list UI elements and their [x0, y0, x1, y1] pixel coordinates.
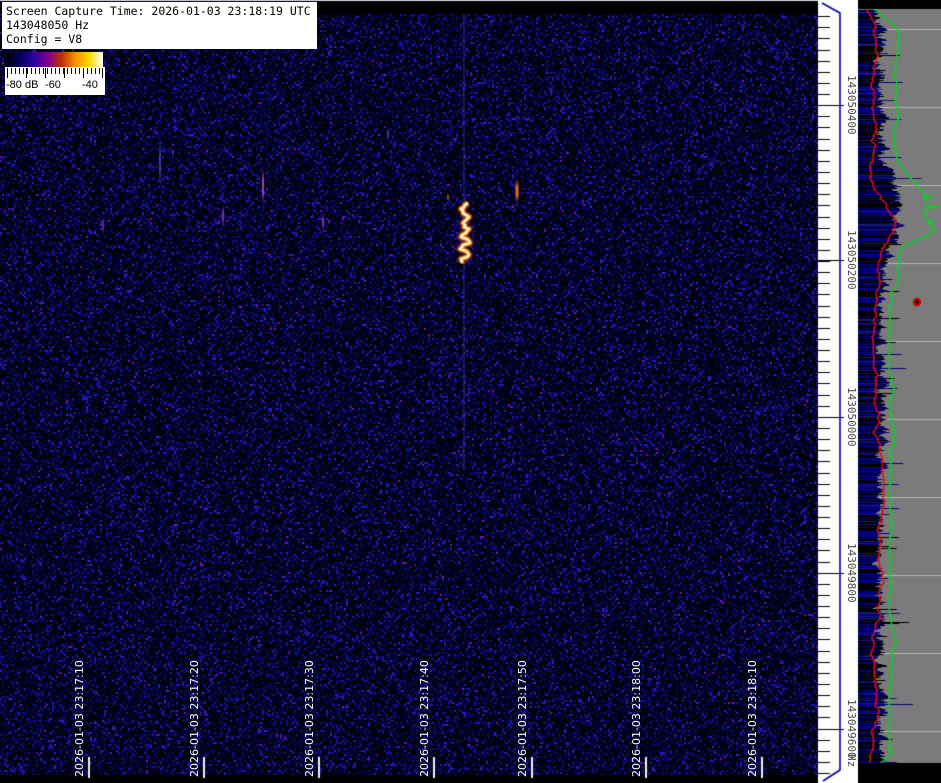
db-scale: -80 dB -60 -40 — [5, 67, 105, 95]
db-scale-label: -60 — [45, 79, 61, 91]
time-axis-label: 2026-01-03 23:17:50 — [516, 660, 529, 777]
spectrum-lab-window: Screen Capture Time: 2026-01-03 23:18:19… — [0, 0, 941, 783]
frequency-axis-label: 143049800 — [845, 543, 858, 603]
color-gradient-bar — [7, 52, 103, 67]
frequency-axis-label: 143049600 — [845, 699, 858, 759]
db-scale-ticks — [7, 68, 103, 78]
frequency-axis-label: 143050400 — [845, 75, 858, 135]
config-text: Config = V8 — [6, 32, 311, 46]
frequency-axis-label: 143050200 — [845, 230, 858, 290]
time-axis-label: 2026-01-03 23:17:10 — [73, 660, 86, 777]
waterfall-display[interactable] — [0, 0, 818, 783]
frequency-axis-unit: Hz — [845, 754, 858, 767]
time-axis-label: 2026-01-03 23:17:20 — [188, 660, 201, 777]
time-axis-label: 2026-01-03 23:17:40 — [418, 660, 431, 777]
spectrum-graph-panel[interactable] — [858, 0, 941, 783]
capture-info-box: Screen Capture Time: 2026-01-03 23:18:19… — [2, 2, 317, 49]
capture-time-text: Screen Capture Time: 2026-01-03 23:18:19… — [6, 4, 311, 18]
frequency-axis-label: 143050000 — [845, 387, 858, 447]
time-axis-label: 2026-01-03 23:17:30 — [303, 660, 316, 777]
db-scale-label: -80 dB — [6, 79, 38, 91]
db-scale-label: -40 — [82, 79, 98, 91]
color-scale-legend: -80 dB -60 -40 — [5, 52, 105, 95]
time-axis-label: 2026-01-03 23:18:00 — [630, 660, 643, 777]
time-axis-label: 2026-01-03 23:18:10 — [746, 660, 759, 777]
center-frequency-text: 143048050 Hz — [6, 18, 311, 32]
